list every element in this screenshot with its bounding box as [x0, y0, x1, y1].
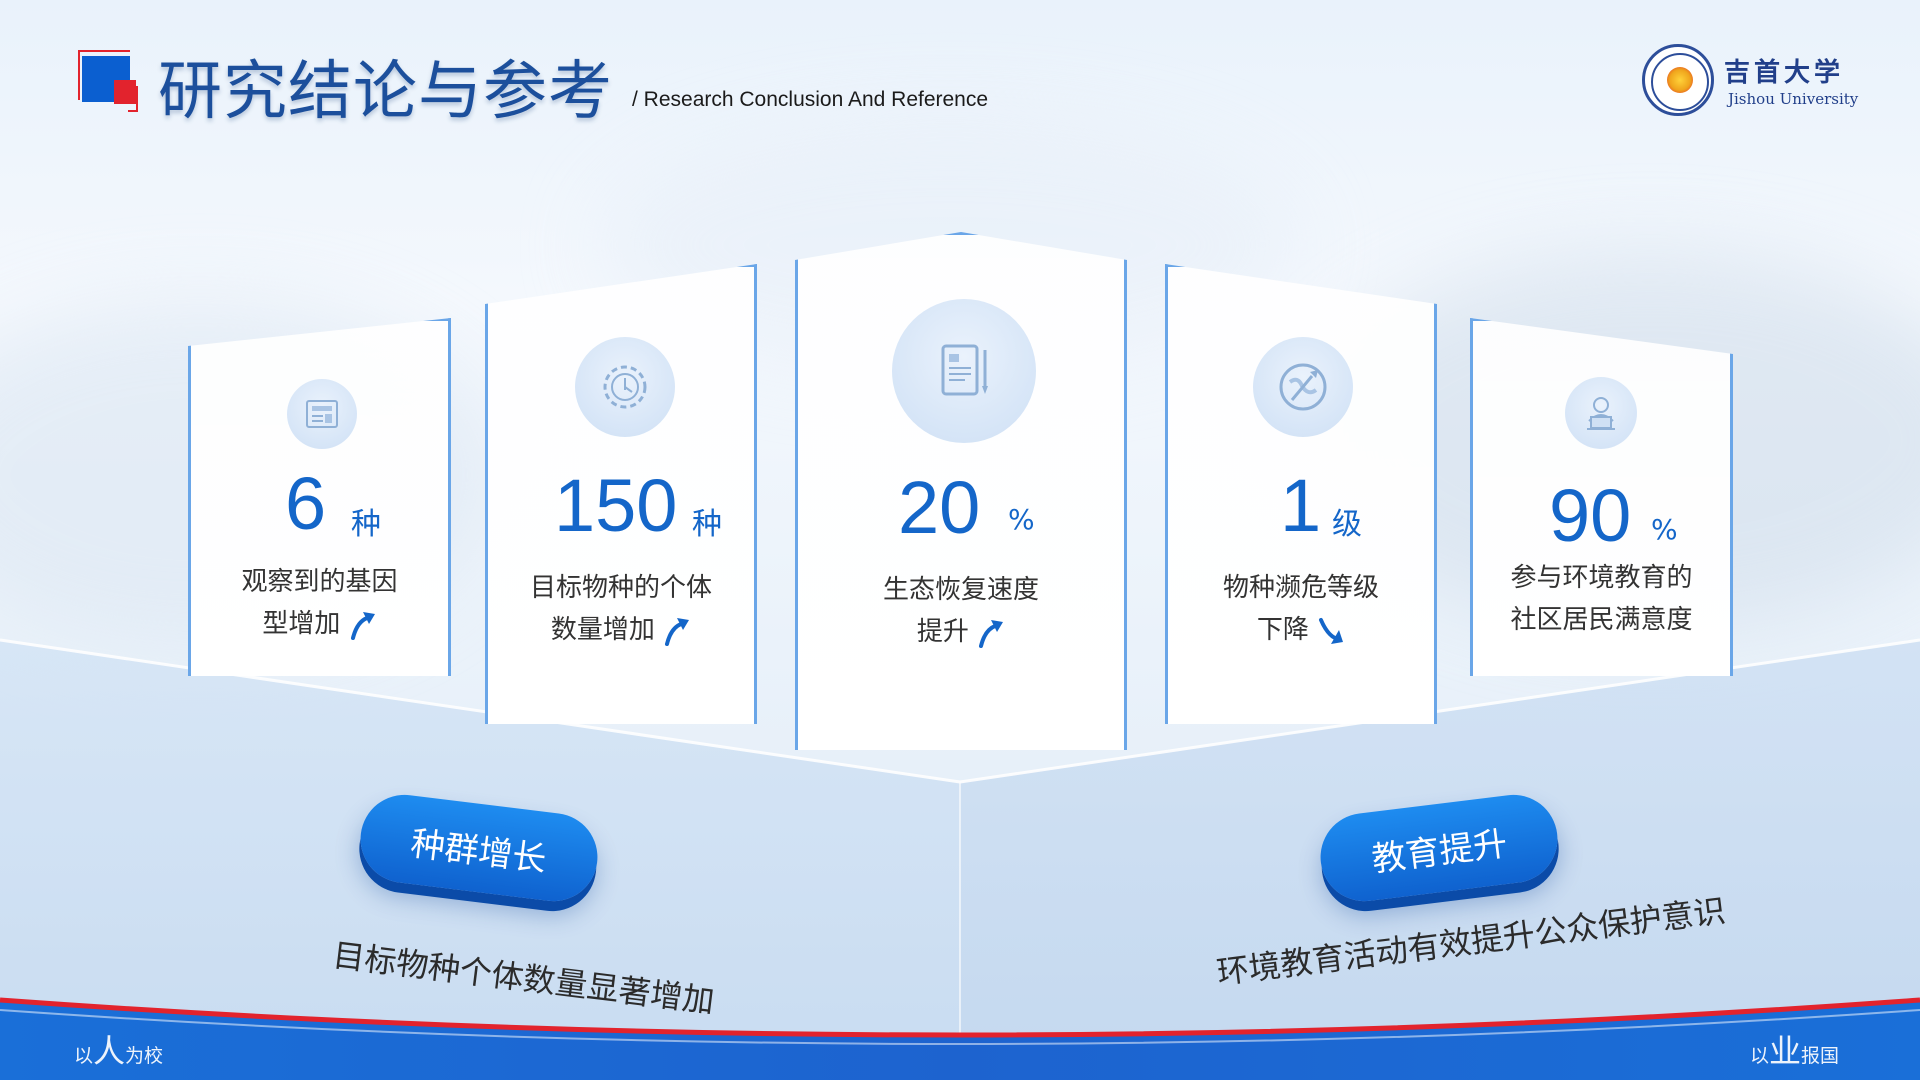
stat-number: 90 [1549, 474, 1632, 557]
footer-motto-right: 以业报国 [1750, 1032, 1840, 1070]
stat-card-4: 1 级 物种濒危等级 下降 [1165, 264, 1437, 724]
stat-description: 参与环境教育的 社区居民满意度 [1510, 563, 1693, 635]
stat-number: 150 [554, 464, 678, 547]
slide: 研究结论与参考 / Research Conclusion And Refere… [0, 0, 1920, 1080]
trend-up-icon [979, 619, 1004, 648]
stat-number: 20 [898, 466, 981, 549]
stat-card-2: 150 种 目标物种的个体 数量增加 [485, 264, 757, 724]
stat-unit: 级 [1332, 507, 1362, 542]
stat-card-1: 6 种 观察到的基因 型增加 [188, 318, 451, 676]
trend-up-icon [665, 617, 690, 646]
stat-description: 生态恢复速度 提升 [882, 575, 1039, 648]
stat-unit: 种 [351, 507, 381, 542]
stat-number: 1 [1280, 464, 1322, 547]
page-subtitle: / Research Conclusion And Reference [632, 88, 989, 111]
stat-unit: % [1008, 503, 1035, 536]
trend-down-icon [1319, 617, 1344, 644]
person-laptop-icon [1565, 377, 1637, 449]
stat-description: 物种濒危等级 下降 [1222, 573, 1379, 645]
page-title: 研究结论与参考 [158, 55, 613, 129]
newspaper-icon [287, 379, 357, 449]
stat-unit: 种 [692, 507, 722, 542]
globe-rocket-icon [1253, 337, 1353, 437]
university-logo [1642, 44, 1714, 116]
stat-description: 观察到的基因 型增加 [241, 567, 398, 640]
stat-card-3: 20 % 生态恢复速度 提升 [795, 232, 1127, 750]
stat-description: 目标物种的个体 数量增加 [529, 573, 712, 646]
document-pen-icon [892, 299, 1036, 443]
trend-up-icon [350, 611, 375, 640]
footer-motto-left: 以人为校 [74, 1032, 164, 1070]
title-decoration-corner [128, 86, 138, 112]
university-name-en: Jishou University [1728, 90, 1859, 108]
university-name-cn: 吉首大学 [1724, 58, 1845, 88]
stat-card-5: 90 % 参与环境教育的 社区居民满意度 [1470, 318, 1733, 676]
stat-number: 6 [285, 462, 327, 545]
stat-unit: % [1651, 513, 1678, 546]
gear-icon [575, 337, 675, 437]
